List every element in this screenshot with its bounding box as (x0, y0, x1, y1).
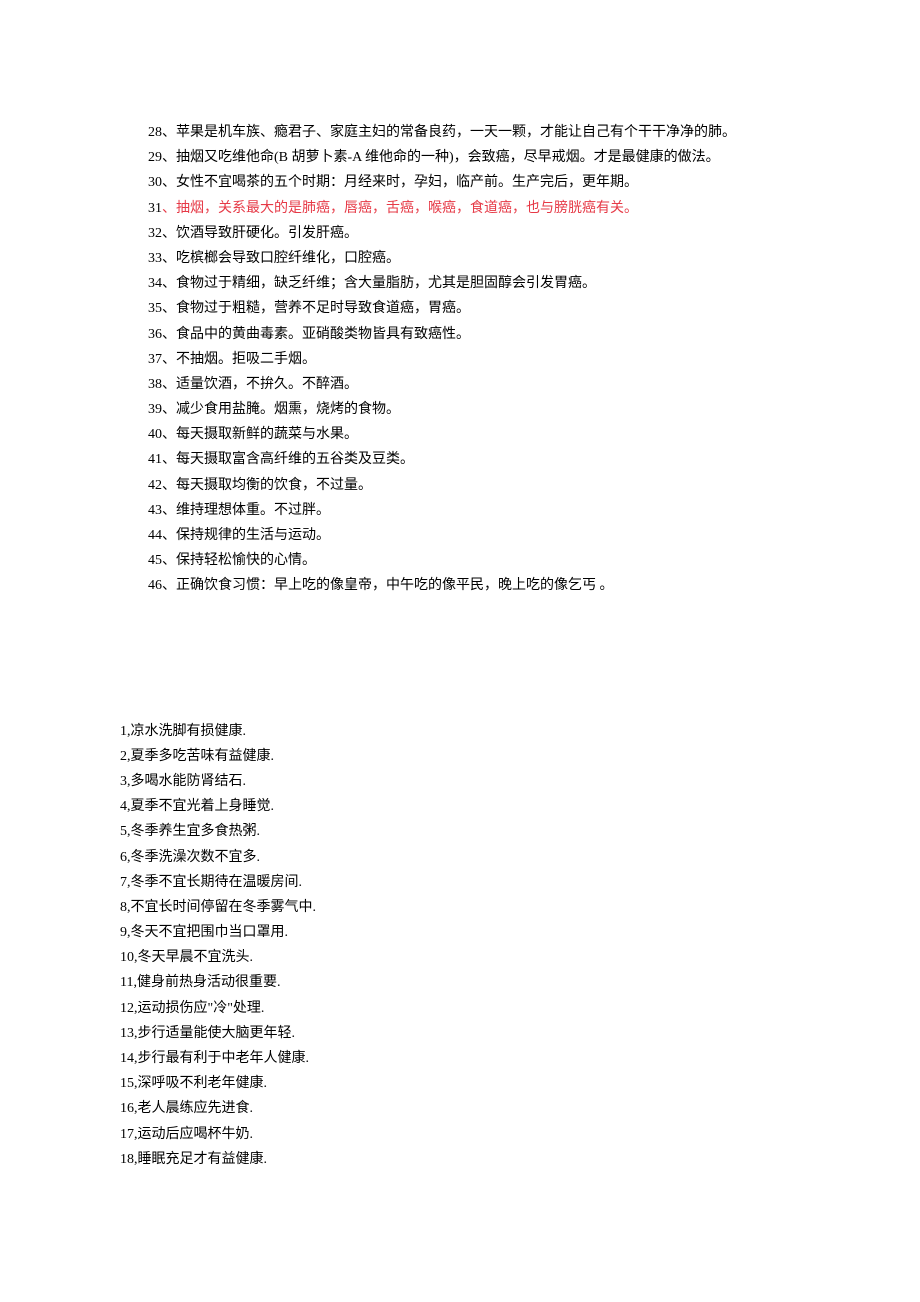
list-item: 45、保持轻松愉快的心情。 (120, 548, 800, 573)
item-text: 39 (148, 402, 162, 417)
item-text: 、抽烟又吃维他命(B 胡萝卜素-A 维他命的一种)，会致癌，尽早戒烟。才是最健康… (162, 150, 720, 165)
list-item: 2,夏季多吃苦味有益健康. (120, 744, 800, 769)
list-item: 14,步行最有利于中老年人健康. (120, 1046, 800, 1071)
list-item: 43、维持理想体重。不过胖。 (120, 498, 800, 523)
item-text: 37 (148, 352, 162, 367)
list-item: 36、食品中的黄曲毒素。亚硝酸类物皆具有致癌性。 (120, 322, 800, 347)
list-item: 5,冬季养生宜多食热粥. (120, 819, 800, 844)
list-item: 1,凉水洗脚有损健康. (120, 719, 800, 744)
list-item: 16,老人晨练应先进食. (120, 1096, 800, 1121)
list-item: 30、女性不宜喝茶的五个时期：月经来时，孕妇，临产前。生产完后，更年期。 (120, 170, 800, 195)
list-item: 12,运动损伤应"冷"处理. (120, 996, 800, 1021)
list-item: 34、食物过于精细，缺乏纤维；含大量脂肪，尤其是胆固醇会引发胃癌。 (120, 271, 800, 296)
list-item: 38、适量饮酒，不拚久。不醉酒。 (120, 372, 800, 397)
item-text: 、食品中的黄曲毒素。亚硝酸类物皆具有致癌性。 (162, 327, 470, 342)
item-text: 30 (148, 175, 162, 190)
list-item: 15,深呼吸不利老年健康. (120, 1071, 800, 1096)
list-item: 39、减少食用盐腌。烟熏，烧烤的食物。 (120, 397, 800, 422)
list-item: 33、吃槟榔会导致口腔纤维化，口腔癌。 (120, 246, 800, 271)
list-item: 46、正确饮食习惯：早上吃的像皇帝，中午吃的像平民，晚上吃的像乞丐 。 (120, 573, 800, 598)
item-text: 、每天摄取新鲜的蔬菜与水果。 (162, 427, 358, 442)
item-text: 、每天摄取富含高纤维的五谷类及豆类。 (162, 452, 414, 467)
list-item: 13,步行适量能使大脑更年轻. (120, 1021, 800, 1046)
item-text: 43 (148, 503, 162, 518)
list-item: 10,冬天早晨不宜洗头. (120, 945, 800, 970)
section-2: 1,凉水洗脚有损健康. 2,夏季多吃苦味有益健康. 3,多喝水能防肾结石. 4,… (120, 719, 800, 1172)
item-text: 40 (148, 427, 162, 442)
item-text: 、女性不宜喝茶的五个时期：月经来时，孕妇，临产前。生产完后，更年期。 (162, 175, 638, 190)
item-text: 、不抽烟。拒吸二手烟。 (162, 352, 316, 367)
item-text: 、正确饮食习惯：早上吃的像皇帝，中午吃的像平民，晚上吃的像乞丐 。 (162, 578, 614, 593)
item-text: 28 (148, 125, 162, 140)
item-text-highlight: 、抽烟，关系最大的是肺癌，唇癌，舌癌，喉癌，食道癌，也与膀胱癌有关。 (162, 201, 638, 216)
item-text: 38 (148, 377, 162, 392)
list-item: 32、饮酒导致肝硬化。引发肝癌。 (120, 221, 800, 246)
item-text: 42 (148, 478, 162, 493)
item-text: 46 (148, 578, 162, 593)
list-item: 44、保持规律的生活与运动。 (120, 523, 800, 548)
item-text: 、减少食用盐腌。烟熏，烧烤的食物。 (162, 402, 400, 417)
list-item: 35、食物过于粗糙，营养不足时导致食道癌，胃癌。 (120, 296, 800, 321)
section-1: 28、苹果是机车族、瘾君子、家庭主妇的常备良药，一天一颗，才能让自己有个干干净净… (120, 120, 800, 599)
list-item: 7,冬季不宜长期待在温暖房间. (120, 870, 800, 895)
item-text: 、保持轻松愉快的心情。 (162, 553, 316, 568)
item-text: 、吃槟榔会导致口腔纤维化，口腔癌。 (162, 251, 400, 266)
item-text: 、每天摄取均衡的饮食，不过量。 (162, 478, 372, 493)
list-item: 37、不抽烟。拒吸二手烟。 (120, 347, 800, 372)
item-text: 、保持规律的生活与运动。 (162, 528, 330, 543)
item-text: 、饮酒导致肝硬化。引发肝癌。 (162, 226, 358, 241)
item-text: 、维持理想体重。不过胖。 (162, 503, 330, 518)
list-item: 18,睡眠充足才有益健康. (120, 1147, 800, 1172)
list-item: 28、苹果是机车族、瘾君子、家庭主妇的常备良药，一天一颗，才能让自己有个干干净净… (120, 120, 800, 145)
list-item: 9,冬天不宜把围巾当口罩用. (120, 920, 800, 945)
list-item: 40、每天摄取新鲜的蔬菜与水果。 (120, 422, 800, 447)
item-text: 29 (148, 150, 162, 165)
item-text: 35 (148, 301, 162, 316)
item-text: 33 (148, 251, 162, 266)
item-text: 、苹果是机车族、瘾君子、家庭主妇的常备良药，一天一颗，才能让自己有个干干净净的肺… (162, 125, 736, 140)
item-text: 45 (148, 553, 162, 568)
list-item: 31、抽烟，关系最大的是肺癌，唇癌，舌癌，喉癌，食道癌，也与膀胱癌有关。 (120, 196, 800, 221)
list-item: 6,冬季洗澡次数不宜多. (120, 845, 800, 870)
list-item: 3,多喝水能防肾结石. (120, 769, 800, 794)
item-text: 36 (148, 327, 162, 342)
list-item: 17,运动后应喝杯牛奶. (120, 1122, 800, 1147)
item-text: 、适量饮酒，不拚久。不醉酒。 (162, 377, 358, 392)
item-text: 41 (148, 452, 162, 467)
list-item: 4,夏季不宜光着上身睡觉. (120, 794, 800, 819)
section-gap (120, 599, 800, 719)
item-text: 32 (148, 226, 162, 241)
item-text: 、食物过于粗糙，营养不足时导致食道癌，胃癌。 (162, 301, 470, 316)
item-text: 34 (148, 276, 162, 291)
item-text: 44 (148, 528, 162, 543)
list-item: 8,不宜长时间停留在冬季雾气中. (120, 895, 800, 920)
list-item: 42、每天摄取均衡的饮食，不过量。 (120, 473, 800, 498)
list-item: 29、抽烟又吃维他命(B 胡萝卜素-A 维他命的一种)，会致癌，尽早戒烟。才是最… (120, 145, 800, 170)
list-item: 41、每天摄取富含高纤维的五谷类及豆类。 (120, 447, 800, 472)
item-text: 、食物过于精细，缺乏纤维；含大量脂肪，尤其是胆固醇会引发胃癌。 (162, 276, 596, 291)
item-text: 31 (148, 201, 162, 216)
list-item: 11,健身前热身活动很重要. (120, 970, 800, 995)
